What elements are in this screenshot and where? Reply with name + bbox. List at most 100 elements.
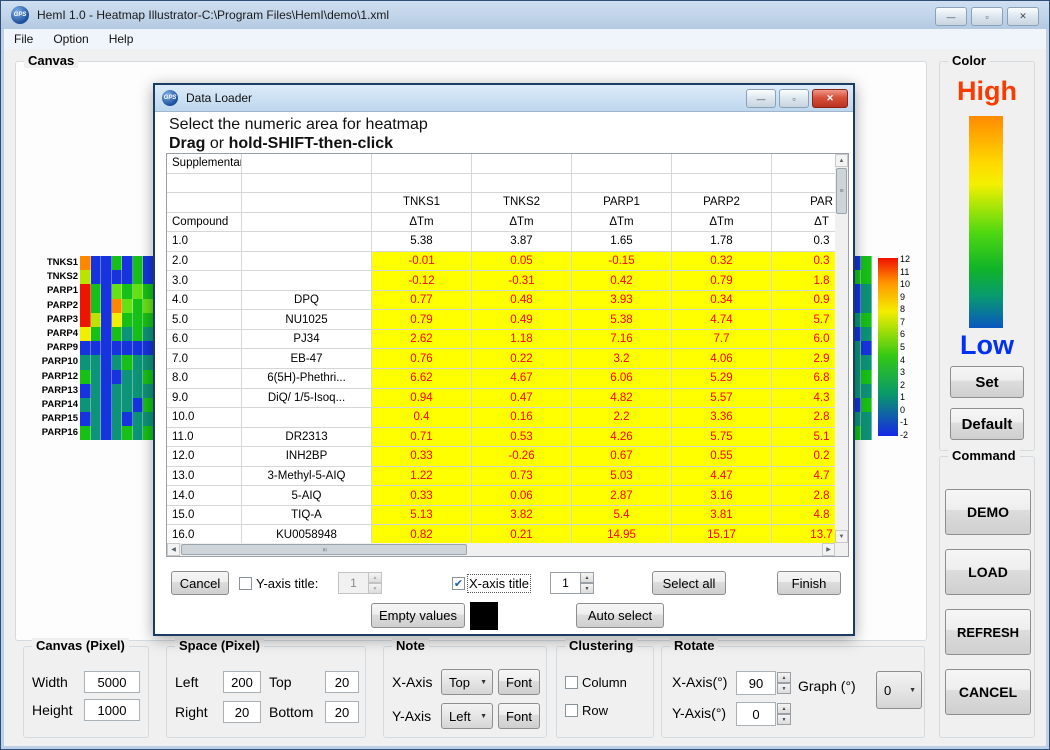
table-cell[interactable]: 0.47 bbox=[472, 389, 572, 409]
table-cell[interactable]: 5.7 bbox=[772, 310, 835, 330]
table-cell[interactable]: 5.57 bbox=[672, 389, 772, 409]
vertical-scroll-thumb[interactable]: ≡ bbox=[836, 168, 847, 214]
table-cell[interactable]: 5.03 bbox=[572, 467, 672, 487]
note-x-axis-dropdown[interactable]: Top▼ bbox=[441, 669, 493, 695]
table-cell[interactable]: 0.94 bbox=[372, 389, 472, 409]
table-cell[interactable]: -0.31 bbox=[472, 271, 572, 291]
table-cell[interactable] bbox=[167, 193, 242, 213]
scroll-down-icon[interactable]: ▼ bbox=[835, 530, 848, 543]
auto-select-button[interactable]: Auto select bbox=[576, 603, 664, 628]
table-cell[interactable]: 2.0 bbox=[167, 252, 242, 272]
table-cell[interactable]: 6.0 bbox=[772, 330, 835, 350]
table-cell[interactable]: 3.82 bbox=[472, 506, 572, 526]
table-cell[interactable]: ΔTm bbox=[572, 213, 672, 233]
table-cell[interactable] bbox=[167, 174, 242, 194]
table-cell[interactable]: 0.33 bbox=[372, 486, 472, 506]
menu-option[interactable]: Option bbox=[43, 30, 98, 48]
table-cell[interactable]: ΔT bbox=[772, 213, 835, 233]
color-set-button[interactable]: Set bbox=[950, 366, 1024, 398]
note-y-axis-dropdown[interactable]: Left▼ bbox=[441, 703, 493, 729]
table-cell[interactable]: 1.22 bbox=[372, 467, 472, 487]
select-all-button[interactable]: Select all bbox=[652, 571, 726, 595]
spin-up-icon[interactable]: ▲ bbox=[368, 572, 382, 583]
scroll-right-icon[interactable]: ▶ bbox=[822, 543, 835, 556]
rotate-x-spinner[interactable]: ▲▼ bbox=[777, 672, 791, 694]
table-cell[interactable]: 5.4 bbox=[572, 506, 672, 526]
table-cell[interactable]: DR2313 bbox=[242, 428, 372, 448]
table-cell[interactable]: 1.8 bbox=[772, 271, 835, 291]
table-cell[interactable]: 5.29 bbox=[672, 369, 772, 389]
menu-file[interactable]: File bbox=[4, 30, 43, 48]
scroll-up-icon[interactable]: ▲ bbox=[835, 154, 848, 167]
table-cell[interactable]: 0.06 bbox=[472, 486, 572, 506]
table-cell[interactable]: 0.82 bbox=[372, 525, 472, 543]
spin-down-icon[interactable]: ▼ bbox=[368, 583, 382, 594]
table-cell[interactable]: Supplementary... bbox=[167, 154, 242, 174]
table-cell[interactable]: 0.77 bbox=[372, 291, 472, 311]
table-cell[interactable]: 13.0 bbox=[167, 467, 242, 487]
table-cell[interactable]: 3.87 bbox=[472, 232, 572, 252]
table-cell[interactable]: Compound bbox=[167, 213, 242, 233]
table-cell[interactable]: 0.42 bbox=[572, 271, 672, 291]
table-cell[interactable]: NU1025 bbox=[242, 310, 372, 330]
table-cell[interactable]: 13.7 bbox=[772, 525, 835, 543]
table-cell[interactable] bbox=[242, 154, 372, 174]
table-cell[interactable]: DiQ/ 1/5-Isoq... bbox=[242, 389, 372, 409]
table-cell[interactable]: -0.15 bbox=[572, 252, 672, 272]
table-cell[interactable] bbox=[242, 271, 372, 291]
maximize-button[interactable]: ▫ bbox=[971, 7, 1003, 26]
table-cell[interactable]: PAR bbox=[772, 193, 835, 213]
table-cell[interactable]: 4.3 bbox=[772, 389, 835, 409]
table-cell[interactable]: 4.06 bbox=[672, 349, 772, 369]
table-cell[interactable]: 14.0 bbox=[167, 486, 242, 506]
table-cell[interactable]: 6(5H)-Phethri... bbox=[242, 369, 372, 389]
note-y-font-button[interactable]: Font bbox=[498, 703, 540, 729]
table-cell[interactable]: 0.05 bbox=[472, 252, 572, 272]
table-cell[interactable]: 3.81 bbox=[672, 506, 772, 526]
table-cell[interactable]: 4.0 bbox=[167, 291, 242, 311]
table-cell[interactable]: 0.4 bbox=[372, 408, 472, 428]
table-cell[interactable] bbox=[242, 232, 372, 252]
menu-help[interactable]: Help bbox=[99, 30, 144, 48]
y-axis-title-spinner[interactable]: 1 ▲▼ bbox=[338, 572, 382, 594]
table-cell[interactable]: 2.87 bbox=[572, 486, 672, 506]
table-cell[interactable]: 0.21 bbox=[472, 525, 572, 543]
table-cell[interactable]: 4.26 bbox=[572, 428, 672, 448]
table-cell[interactable]: 4.82 bbox=[572, 389, 672, 409]
table-cell[interactable]: 0.22 bbox=[472, 349, 572, 369]
table-cell[interactable]: 5.1 bbox=[772, 428, 835, 448]
table-cell[interactable]: 0.48 bbox=[472, 291, 572, 311]
table-cell[interactable]: 7.16 bbox=[572, 330, 672, 350]
clustering-row-checkbox[interactable]: Row bbox=[565, 703, 608, 718]
table-cell[interactable]: 0.32 bbox=[672, 252, 772, 272]
dialog-maximize-button[interactable]: ▫ bbox=[779, 89, 809, 108]
table-cell[interactable]: -0.26 bbox=[472, 447, 572, 467]
dialog-cancel-button[interactable]: Cancel bbox=[171, 571, 229, 595]
table-cell[interactable]: PJ34 bbox=[242, 330, 372, 350]
table-cell[interactable]: 0.76 bbox=[372, 349, 472, 369]
table-cell[interactable]: 11.0 bbox=[167, 428, 242, 448]
width-field[interactable]: 5000 bbox=[84, 671, 140, 693]
table-cell[interactable]: 0.49 bbox=[472, 310, 572, 330]
table-cell[interactable]: 3.36 bbox=[672, 408, 772, 428]
table-cell[interactable] bbox=[242, 213, 372, 233]
color-default-button[interactable]: Default bbox=[950, 408, 1024, 440]
table-cell[interactable] bbox=[372, 174, 472, 194]
table-cell[interactable] bbox=[772, 174, 835, 194]
table-cell[interactable]: 12.0 bbox=[167, 447, 242, 467]
spin-up-icon[interactable]: ▲ bbox=[777, 703, 791, 714]
horizontal-scroll-thumb[interactable]: ≡ bbox=[181, 544, 467, 555]
table-cell[interactable]: 5.0 bbox=[167, 310, 242, 330]
table-cell[interactable]: 5.13 bbox=[372, 506, 472, 526]
table-cell[interactable]: 10.0 bbox=[167, 408, 242, 428]
table-cell[interactable]: 0.3 bbox=[772, 232, 835, 252]
finish-button[interactable]: Finish bbox=[777, 571, 841, 595]
table-cell[interactable]: ΔTm bbox=[472, 213, 572, 233]
table-cell[interactable]: 1.65 bbox=[572, 232, 672, 252]
table-cell[interactable] bbox=[242, 174, 372, 194]
empty-value-color-swatch[interactable] bbox=[470, 602, 498, 630]
table-cell[interactable]: 15.17 bbox=[672, 525, 772, 543]
space-bottom-field[interactable]: 20 bbox=[325, 701, 359, 723]
table-cell[interactable]: 3-Methyl-5-AIQ bbox=[242, 467, 372, 487]
table-cell[interactable]: ΔTm bbox=[372, 213, 472, 233]
